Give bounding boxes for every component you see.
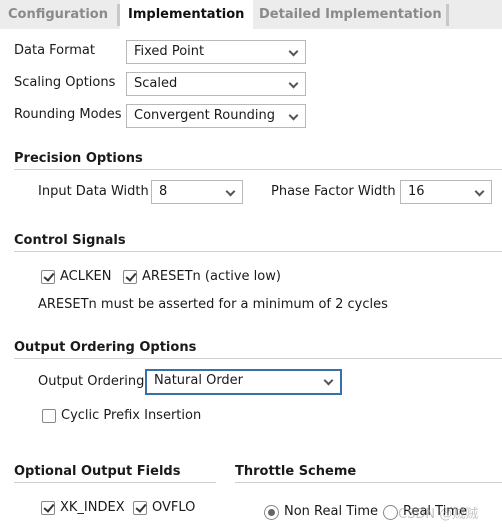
- input-data-width-select[interactable]: 8: [151, 180, 243, 204]
- aclken-label: ACLKEN: [60, 269, 112, 284]
- throttle-scheme-header: Throttle Scheme: [235, 464, 357, 479]
- chevron-down-icon: [288, 78, 299, 89]
- scaling-options-select[interactable]: Scaled: [126, 72, 306, 96]
- watermark: CSDN @贼贼: [398, 507, 479, 522]
- tab-detailed-implementation[interactable]: Detailed Implementation: [251, 0, 450, 29]
- chevron-down-icon: [323, 375, 334, 386]
- cyclic-prefix-checkbox[interactable]: [42, 409, 56, 423]
- chevron-down-icon: [288, 110, 299, 121]
- optional-output-fields-header: Optional Output Fields: [14, 464, 181, 479]
- tab-configuration[interactable]: Configuration: [0, 0, 116, 29]
- rounding-value: Convergent Rounding: [134, 108, 276, 123]
- tab-bar: Configuration Implementation Detailed Im…: [0, 0, 502, 29]
- cyclic-prefix-label: Cyclic Prefix Insertion: [61, 408, 202, 423]
- tab-separator: [446, 4, 449, 26]
- phase-factor-width-value: 16: [408, 184, 425, 199]
- aclken-checkbox[interactable]: [41, 270, 55, 284]
- divider: [14, 251, 502, 252]
- ovflo-label: OVFLO: [152, 500, 196, 515]
- divider: [14, 358, 502, 359]
- phase-factor-width-select[interactable]: 16: [400, 180, 492, 204]
- divider: [14, 169, 502, 170]
- aresetn-label: ARESETn (active low): [142, 269, 281, 284]
- chevron-down-icon: [225, 186, 236, 197]
- precision-options-header: Precision Options: [14, 151, 143, 166]
- chevron-down-icon: [288, 46, 299, 57]
- ovflo-checkbox[interactable]: [133, 501, 147, 515]
- xk-index-checkbox[interactable]: [41, 501, 55, 515]
- non-real-time-radio[interactable]: [264, 505, 279, 520]
- output-ordering-value: Natural Order: [154, 373, 244, 388]
- chevron-down-icon: [474, 186, 485, 197]
- tab-implementation[interactable]: Implementation: [120, 0, 253, 29]
- input-data-width-label: Input Data Width: [38, 184, 149, 199]
- output-ordering-header: Output Ordering Options: [14, 340, 197, 355]
- aresetn-note: ARESETn must be asserted for a minimum o…: [38, 297, 388, 312]
- data-format-value: Fixed Point: [134, 44, 205, 59]
- rounding-modes-select[interactable]: Convergent Rounding: [126, 104, 306, 128]
- data-format-select[interactable]: Fixed Point: [126, 40, 306, 64]
- non-real-time-label: Non Real Time: [284, 504, 379, 519]
- output-ordering-select[interactable]: Natural Order: [145, 369, 342, 395]
- aresetn-checkbox[interactable]: [123, 270, 137, 284]
- input-data-width-value: 8: [159, 184, 168, 199]
- scaling-options-label: Scaling Options: [14, 75, 116, 90]
- divider: [235, 482, 502, 483]
- xk-index-label: XK_INDEX: [60, 500, 125, 515]
- control-signals-header: Control Signals: [14, 233, 126, 248]
- scaling-value: Scaled: [134, 76, 178, 91]
- phase-factor-width-label: Phase Factor Width: [271, 184, 396, 199]
- output-ordering-label: Output Ordering: [38, 374, 145, 389]
- rounding-modes-label: Rounding Modes: [14, 107, 122, 122]
- real-time-radio[interactable]: [383, 505, 398, 520]
- divider: [14, 482, 216, 483]
- data-format-label: Data Format: [14, 43, 95, 58]
